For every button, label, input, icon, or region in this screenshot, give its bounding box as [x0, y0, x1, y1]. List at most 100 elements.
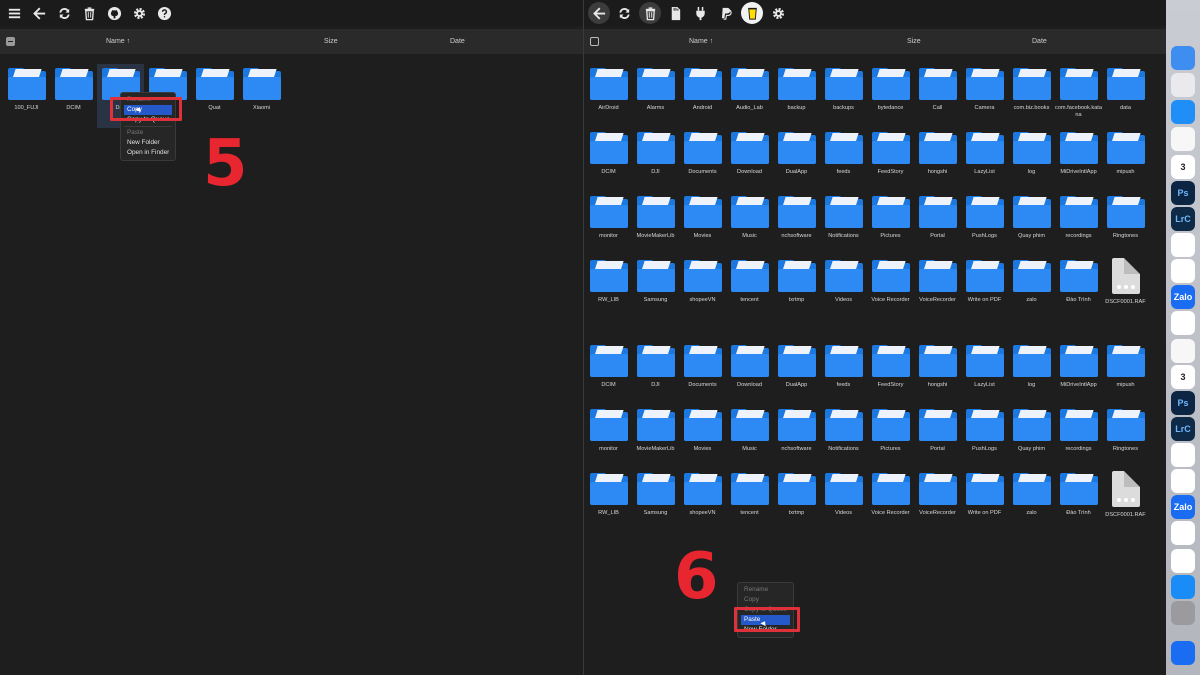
folder-item[interactable]: monitor	[585, 405, 632, 469]
photos-icon-2[interactable]	[1171, 339, 1195, 363]
menu-item-rename[interactable]: Rename	[741, 585, 790, 595]
folder-item[interactable]: zalo	[1008, 469, 1055, 533]
folder-item[interactable]: txrtmp	[773, 256, 820, 320]
calendar-icon[interactable]: 3	[1171, 155, 1195, 179]
folder-item[interactable]: DCIM	[585, 341, 632, 405]
folder-item[interactable]: MiDriveIntlApp	[1055, 341, 1102, 405]
launchpad-icon[interactable]	[1171, 73, 1195, 97]
folder-item[interactable]: Voice Recorder	[867, 256, 914, 320]
folder-item[interactable]: Samsung	[632, 469, 679, 533]
folder-item[interactable]: Ringtones	[1102, 192, 1149, 256]
folder-item[interactable]: Đào Trình	[1055, 256, 1102, 320]
folder-item[interactable]: mipush	[1102, 341, 1149, 405]
capcut-icon-2[interactable]	[1171, 443, 1195, 467]
folder-item[interactable]: FeedStory	[867, 128, 914, 192]
folder-item[interactable]: MiDriveIntlApp	[1055, 128, 1102, 192]
folder-item[interactable]: backup	[773, 64, 820, 128]
folder-item[interactable]: Documents	[679, 341, 726, 405]
bluetooth-icon[interactable]	[1171, 641, 1195, 665]
file-item[interactable]: DSCF0001.RAF	[1102, 469, 1149, 533]
menu-button[interactable]	[2, 0, 27, 26]
folder-item[interactable]: data	[1102, 64, 1149, 128]
folder-item[interactable]: DCIM	[50, 64, 97, 128]
folder-item[interactable]: log	[1008, 341, 1055, 405]
folder-item[interactable]: nchsoftware	[773, 192, 820, 256]
calendar-icon-2[interactable]: 3	[1171, 365, 1195, 389]
folder-item[interactable]: PushLogs	[961, 405, 1008, 469]
folder-item[interactable]: PushLogs	[961, 192, 1008, 256]
folder-item[interactable]: Ringtones	[1102, 405, 1149, 469]
folder-item[interactable]: Quay phim	[1008, 405, 1055, 469]
folder-item[interactable]: Documents	[679, 128, 726, 192]
refresh-button[interactable]	[612, 0, 637, 26]
safari-icon[interactable]	[1171, 100, 1195, 124]
folder-item[interactable]: hongshi	[914, 341, 961, 405]
folder-item[interactable]: Write on PDF	[961, 256, 1008, 320]
folder-item[interactable]: tencent	[726, 256, 773, 320]
system-settings-icon[interactable]	[1171, 601, 1195, 625]
finder-icon[interactable]	[1171, 46, 1195, 70]
folder-item[interactable]: MovieMakerLib	[632, 192, 679, 256]
folder-item[interactable]: FeedStory	[867, 341, 914, 405]
folder-item[interactable]: Alarms	[632, 64, 679, 128]
lightroom-icon-2[interactable]: LrC	[1171, 417, 1195, 441]
folder-item[interactable]: feeds	[820, 341, 867, 405]
zalo-icon[interactable]: Zalo	[1171, 285, 1195, 309]
folder-item[interactable]: Music	[726, 192, 773, 256]
folder-item[interactable]: Đào Trình	[1055, 469, 1102, 533]
folder-item[interactable]: monitor	[585, 192, 632, 256]
folder-item[interactable]: DualApp	[773, 341, 820, 405]
folder-item[interactable]: Movies	[679, 192, 726, 256]
folder-item[interactable]: LazyList	[961, 128, 1008, 192]
github-button[interactable]	[102, 0, 127, 26]
folder-item[interactable]: 100_FUJI	[3, 64, 50, 128]
folder-item[interactable]: hongshi	[914, 128, 961, 192]
folder-item[interactable]: RW_LIB	[585, 469, 632, 533]
folder-item[interactable]: LazyList	[961, 341, 1008, 405]
folder-item[interactable]: Voice Recorder	[867, 469, 914, 533]
folder-item[interactable]: shopeeVN	[679, 469, 726, 533]
capcut-icon[interactable]	[1171, 233, 1195, 257]
photoshop-icon-2[interactable]: Ps	[1171, 391, 1195, 415]
folder-item[interactable]: log	[1008, 128, 1055, 192]
folder-item[interactable]: Camera	[961, 64, 1008, 128]
help-button[interactable]	[152, 0, 177, 26]
folder-item[interactable]: Videos	[820, 256, 867, 320]
folder-item[interactable]: mipush	[1102, 128, 1149, 192]
folder-item[interactable]: Portal	[914, 405, 961, 469]
menu-item-new-folder[interactable]: New Folder	[124, 138, 172, 148]
folder-item[interactable]: DJI	[632, 341, 679, 405]
folder-item[interactable]: Xiaomi	[238, 64, 285, 128]
folder-item[interactable]: Pictures	[867, 405, 914, 469]
menu-item-paste[interactable]: Paste	[124, 128, 172, 138]
refresh-button[interactable]	[52, 0, 77, 26]
delete-button[interactable]	[77, 0, 102, 26]
date-column-header[interactable]: Date	[1032, 38, 1047, 45]
folder-item[interactable]: Android	[679, 64, 726, 128]
folder-item[interactable]: Music	[726, 405, 773, 469]
settings-button[interactable]	[127, 0, 152, 26]
menu-item-open-in-finder[interactable]: Open in Finder	[124, 148, 172, 158]
folder-item[interactable]: com.biz.books	[1008, 64, 1055, 128]
folder-item[interactable]: recordings	[1055, 405, 1102, 469]
folder-item[interactable]: backups	[820, 64, 867, 128]
folder-item[interactable]: AirDroid	[585, 64, 632, 128]
name-column-header[interactable]: Name ↑	[689, 38, 713, 45]
folder-item[interactable]: Download	[726, 128, 773, 192]
freeform-icon[interactable]	[1171, 549, 1195, 573]
folder-item[interactable]: RW_LIB	[585, 256, 632, 320]
folder-item[interactable]: Quat	[191, 64, 238, 128]
lightroom-icon[interactable]: LrC	[1171, 207, 1195, 231]
photos-icon[interactable]	[1171, 127, 1195, 151]
size-column-header[interactable]: Size	[907, 38, 921, 45]
menu-item-copy[interactable]: Copy	[741, 595, 790, 605]
back-button[interactable]	[27, 0, 52, 26]
chrome-icon[interactable]	[1171, 259, 1195, 283]
folder-item[interactable]: DualApp	[773, 128, 820, 192]
sd-card-button[interactable]	[663, 0, 688, 26]
folder-item[interactable]: tencent	[726, 469, 773, 533]
photoshop-icon[interactable]: Ps	[1171, 181, 1195, 205]
folder-item[interactable]: VoiceRecorder	[914, 256, 961, 320]
buy-me-coffee-button[interactable]	[741, 2, 763, 24]
reminders-icon-2[interactable]	[1171, 521, 1195, 545]
